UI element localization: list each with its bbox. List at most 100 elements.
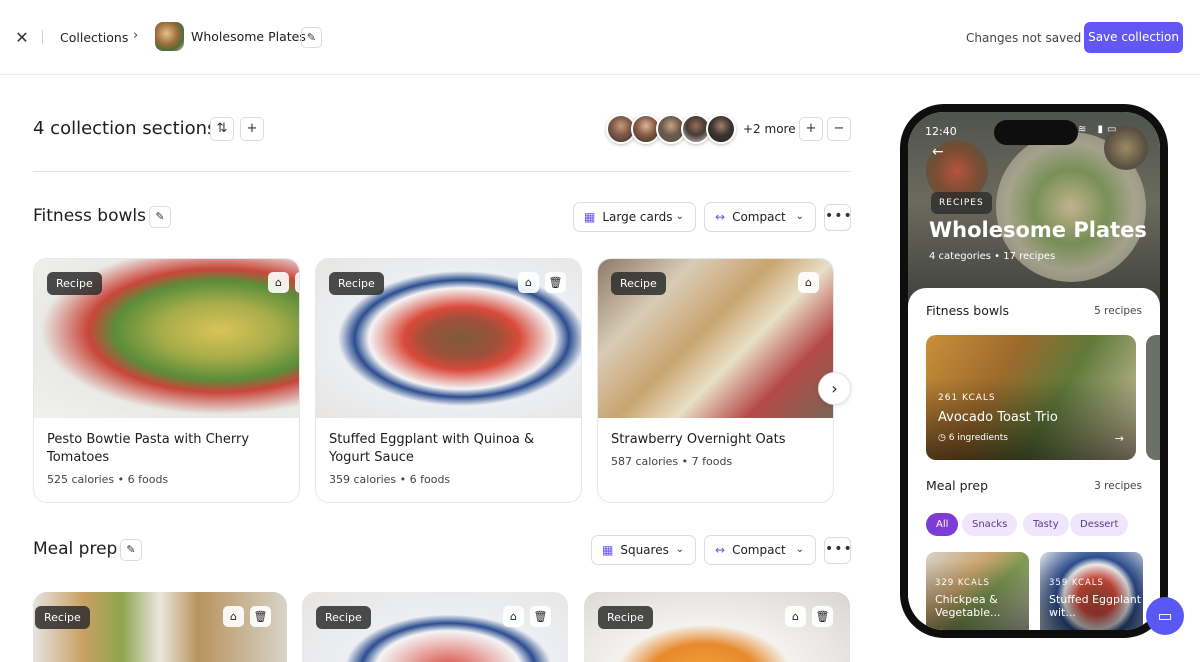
divider — [42, 30, 43, 44]
chevron-down-icon: ⌄ — [675, 211, 684, 222]
expand-horizontal-icon: ↔ — [715, 210, 726, 224]
mini-recipe-card[interactable]: 359 KCALS Stuffed Eggplant wit... — [1040, 552, 1143, 630]
phone-section-title: Meal prep — [926, 478, 989, 493]
section-more-button[interactable]: ••• — [824, 537, 853, 564]
chevron-down-icon: ⌄ — [795, 544, 804, 555]
breadcrumb-collections[interactable]: Collections — [60, 30, 128, 45]
recipe-name: Strawberry Overnight Oats — [611, 432, 786, 447]
recipe-tag: Recipe — [329, 272, 384, 295]
zoom-out-button[interactable]: − — [827, 117, 851, 141]
phone-screen: 12:40 ≋ ▮▭ ← RECIPES Wholesome Plates 4 … — [908, 112, 1160, 630]
layout-dropdown[interactable]: ▦ Large cards ⌄ — [573, 202, 696, 232]
recipe-name: Stuffed Eggplant with Quinoa & Yogurt Sa… — [329, 432, 535, 465]
status-time: 12:40 — [925, 125, 957, 138]
plus-icon: + — [805, 121, 817, 136]
divider — [33, 171, 851, 172]
density-dropdown[interactable]: ↔ Compact ⌄ — [704, 202, 816, 232]
avatar — [706, 114, 736, 144]
grid-icon: ▦ — [602, 543, 614, 557]
phone-section-title: Fitness bowls — [926, 303, 1010, 318]
layout-value: Large cards — [602, 210, 673, 224]
recipe-card[interactable]: Recipe ⌂ 🗑 — [33, 592, 287, 662]
chip-snacks[interactable]: Snacks — [962, 513, 1018, 536]
recipe-kcal: 359 KCALS — [1049, 578, 1104, 588]
phone-content: Fitness bowls 5 recipes 261 KCALS Avocad… — [908, 288, 1160, 630]
recipe-meta: 359 calories • 6 foods — [329, 473, 451, 486]
density-dropdown[interactable]: ↔ Compact ⌄ — [704, 535, 816, 565]
chip-all[interactable]: All — [926, 513, 959, 536]
recipe-name: Pesto Bowtie Pasta with Cherry Tomatoes — [47, 432, 250, 465]
chip-dessert[interactable]: Dessert — [1070, 513, 1129, 536]
recipe-tag: Recipe — [598, 606, 653, 629]
trash-icon[interactable]: 🗑 — [530, 606, 551, 627]
back-arrow-icon[interactable]: ← — [932, 144, 944, 160]
chip-tasty[interactable]: Tasty — [1023, 513, 1069, 536]
tag-icon[interactable]: ⌂ — [798, 272, 819, 293]
trash-icon[interactable]: 🗑 — [812, 606, 833, 627]
recipe-meta: 587 calories • 7 foods — [611, 455, 733, 468]
phone-subtitle: 4 categories • 17 recipes — [929, 251, 1056, 262]
tag-icon[interactable]: ⌂ — [518, 272, 539, 293]
sort-arrows-icon: ⇅ — [216, 121, 228, 136]
edit-name-button[interactable]: ✎ — [301, 27, 322, 48]
phone-section-count: 5 recipes — [1094, 305, 1142, 317]
chevron-right-icon: › — [133, 28, 139, 43]
edit-section-button[interactable]: ✎ — [120, 539, 142, 561]
more-collaborators[interactable]: +2 more — [743, 122, 796, 136]
recipe-name: Avocado Toast Trio — [938, 410, 1058, 425]
dynamic-island — [994, 120, 1078, 145]
mini-recipe-card[interactable]: 329 KCALS Chickpea & Vegetable... — [926, 552, 1029, 630]
arrow-right-icon: → — [1114, 432, 1124, 445]
carousel-next-button[interactable]: › — [818, 372, 851, 405]
ingredients-count: 6 ingredients — [948, 433, 1008, 443]
close-icon[interactable]: ✕ — [13, 29, 31, 47]
chevron-right-icon: › — [831, 379, 838, 398]
chat-icon: ▭ — [1157, 606, 1173, 625]
grid-icon: ▦ — [584, 210, 596, 224]
recipe-card[interactable]: Recipe ⌂ Strawberry Overnight Oats 587 c… — [597, 258, 834, 503]
phone-section-count: 3 recipes — [1094, 480, 1142, 492]
collection-thumbnail — [155, 22, 184, 51]
recipe-card[interactable]: Recipe ⌂ 🗑 — [584, 592, 850, 662]
chevron-down-icon: ⌄ — [795, 211, 804, 222]
save-status: Changes not saved — [966, 31, 1082, 45]
tag-icon[interactable]: ⌂ — [785, 606, 806, 627]
density-value: Compact — [732, 210, 786, 224]
recipe-card[interactable]: Recipe ⌂ 🗑 — [302, 592, 568, 662]
recipe-name: Chickpea & Vegetable... — [935, 593, 1001, 619]
chat-support-button[interactable]: ▭ — [1146, 597, 1184, 635]
layout-value: Squares — [620, 543, 669, 557]
tag-icon[interactable]: ⌂ — [268, 272, 289, 293]
recipe-card[interactable]: Recipe ⌂ 🗑 Pesto Bowtie Pasta with Cherr… — [33, 258, 300, 503]
top-bar: ✕ Collections › Wholesome Plates ✎ Chang… — [0, 0, 1200, 75]
reorder-button[interactable]: ⇅ — [210, 117, 234, 141]
recipe-name: Stuffed Eggplant wit... — [1049, 593, 1142, 619]
recipe-tag: Recipe — [47, 272, 102, 295]
recipe-card[interactable]: Recipe ⌂ 🗑 Stuffed Eggplant with Quinoa … — [315, 258, 582, 503]
minus-icon: − — [833, 121, 845, 136]
tag-icon[interactable]: ⌂ — [503, 606, 524, 627]
recipe-tag: Recipe — [35, 606, 90, 629]
more-horizontal-icon: ••• — [825, 208, 853, 224]
trash-icon[interactable]: 🗑 — [545, 272, 566, 293]
save-collection-button[interactable]: Save collection — [1084, 22, 1183, 53]
tag-icon[interactable]: ⌂ — [223, 606, 244, 627]
recipe-ingredients: ◷ 6 ingredients — [938, 433, 1008, 443]
add-section-button[interactable]: + — [240, 117, 264, 141]
recipe-meta: 525 calories • 6 foods — [47, 473, 169, 486]
section-title: Meal prep — [33, 539, 118, 559]
layout-dropdown[interactable]: ▦ Squares ⌄ — [591, 535, 696, 565]
recipes-tag: RECIPES — [931, 192, 992, 214]
clock-icon: ◷ — [938, 433, 946, 443]
section-more-button[interactable]: ••• — [824, 204, 853, 231]
expand-horizontal-icon: ↔ — [715, 543, 726, 557]
trash-icon[interactable]: 🗑 — [250, 606, 271, 627]
trash-icon[interactable]: 🗑 — [295, 272, 299, 293]
featured-recipe-card[interactable]: 261 KCALS Avocado Toast Trio ◷ 6 ingredi… — [926, 335, 1136, 460]
zoom-in-button[interactable]: + — [799, 117, 823, 141]
more-horizontal-icon: ••• — [825, 541, 853, 557]
phone-preview: 12:40 ≋ ▮▭ ← RECIPES Wholesome Plates 4 … — [900, 104, 1168, 638]
edit-section-button[interactable]: ✎ — [149, 206, 171, 228]
next-card-peek — [1146, 335, 1160, 460]
pencil-icon: ✎ — [306, 31, 317, 44]
